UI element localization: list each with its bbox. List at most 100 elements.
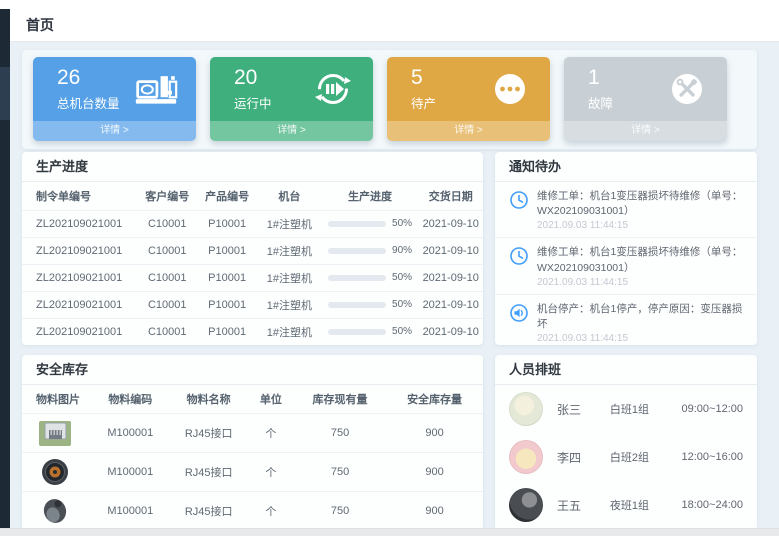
customer-number-cell: C10001 bbox=[137, 210, 197, 237]
tools-icon bbox=[665, 69, 709, 109]
progress-percent: 50% bbox=[392, 299, 412, 310]
safety-stock-cell: 900 bbox=[386, 491, 483, 530]
unit-cell: 个 bbox=[248, 413, 294, 452]
machine-cell: 1#注塑机 bbox=[257, 237, 322, 264]
delivery-date-cell: 2021-09-10 bbox=[418, 237, 483, 264]
inventory-table: 物料图片 物料编码 物料名称 单位 库存现有量 安全库存量 bbox=[22, 385, 483, 530]
notification-text: 机台停产：机台1停产，停产原因：变压器损坏 bbox=[537, 302, 745, 332]
machine-cell: 1#注塑机 bbox=[257, 210, 322, 237]
progress-cell: 90% bbox=[322, 237, 419, 264]
stat-card[interactable]: 26 总机台数量 bbox=[33, 57, 196, 141]
product-number-cell: P10001 bbox=[197, 264, 257, 291]
stat-value: 26 bbox=[57, 66, 120, 90]
unit-cell: 个 bbox=[248, 491, 294, 530]
shift-label: 白班2组 bbox=[610, 449, 682, 465]
material-code-cell: M100001 bbox=[91, 452, 169, 491]
inventory-column-header: 物料编码 bbox=[91, 385, 169, 413]
shift-label: 白班1组 bbox=[610, 401, 682, 417]
progress-cell: 50% bbox=[322, 291, 419, 318]
personnel-schedule-panel: 人员排班 张三 白班1组 09:00~12:00 李四 白班2组 12:00~1… bbox=[495, 355, 757, 530]
order-number-cell: ZL202109021001 bbox=[22, 291, 137, 318]
progress-percent: 50% bbox=[392, 326, 412, 337]
stat-value: 1 bbox=[588, 66, 613, 90]
stat-label: 故障 bbox=[588, 93, 613, 112]
notifications-panel: 通知待办 维修工单：机台1变压器损坏待维修（单号 bbox=[495, 152, 757, 345]
shift-time: 18:00~24:00 bbox=[682, 499, 743, 511]
stat-card[interactable]: 20 运行中 bbox=[210, 57, 373, 141]
progress-track bbox=[328, 275, 386, 281]
production-panel-title: 生产进度 bbox=[22, 152, 483, 182]
delivery-date-cell: 2021-09-10 bbox=[418, 291, 483, 318]
machine-cell: 1#注塑机 bbox=[257, 264, 322, 291]
card-detail-link[interactable]: 详情 > bbox=[33, 121, 196, 141]
notification-item[interactable]: 维修工单：机台1变压器损坏待维修（单号：WX202109031001） 2021… bbox=[495, 182, 757, 238]
notification-text: 维修工单：机台1变压器损坏待维修（单号：WX202109031001） bbox=[537, 245, 745, 275]
stat-card-texts: 1 故障 bbox=[588, 66, 613, 111]
inventory-column-header: 安全库存量 bbox=[386, 385, 483, 413]
order-number-cell: ZL202109021001 bbox=[22, 210, 137, 237]
production-column-header: 制令单编号 bbox=[22, 182, 137, 210]
collapsed-sidebar[interactable] bbox=[0, 9, 10, 528]
material-image-cell bbox=[22, 413, 91, 452]
product-number-cell: P10001 bbox=[197, 318, 257, 345]
material-name-cell: RJ45接口 bbox=[170, 413, 248, 452]
delivery-date-cell: 2021-09-10 bbox=[418, 318, 483, 345]
current-stock-cell: 750 bbox=[294, 452, 386, 491]
card-detail-link[interactable]: 详情 > bbox=[210, 121, 373, 141]
safety-inventory-panel: 安全库存 物料图片 物料编码 物料名称 单位 库存现有量 bbox=[22, 355, 483, 530]
inventory-header-row: 物料图片 物料编码 物料名称 单位 库存现有量 安全库存量 bbox=[22, 385, 483, 413]
material-image-cell bbox=[22, 491, 91, 530]
customer-number-cell: C10001 bbox=[137, 264, 197, 291]
round-speaker-image bbox=[36, 457, 74, 487]
stat-card[interactable]: 1 故障 bbox=[564, 57, 727, 141]
shift-label: 夜班1组 bbox=[610, 497, 682, 513]
progress-cell: 50% bbox=[322, 210, 419, 237]
customer-number-cell: C10001 bbox=[137, 291, 197, 318]
schedule-row: 李四 白班2组 12:00~16:00 bbox=[495, 433, 757, 481]
clock-icon bbox=[509, 190, 529, 210]
inventory-column-header: 库存现有量 bbox=[294, 385, 386, 413]
production-row: ZL202109021001 C10001 P10001 1#注塑机 50% bbox=[22, 318, 483, 345]
production-progress-panel: 生产进度 制令单编号 客户编号 产品编号 机台 生产进度 bbox=[22, 152, 483, 345]
progress-track bbox=[328, 329, 386, 335]
safety-stock-cell: 900 bbox=[386, 413, 483, 452]
customer-number-cell: C10001 bbox=[137, 318, 197, 345]
inventory-column-header: 物料图片 bbox=[22, 385, 91, 413]
production-table: 制令单编号 客户编号 产品编号 机台 生产进度 交货日期 bbox=[22, 182, 483, 345]
inventory-row: M100001 RJ45接口 个 750 900 bbox=[22, 491, 483, 530]
product-number-cell: P10001 bbox=[197, 291, 257, 318]
production-row: ZL202109021001 C10001 P10001 1#注塑机 50% bbox=[22, 291, 483, 318]
material-image-cell bbox=[22, 452, 91, 491]
stat-card-texts: 5 待产 bbox=[411, 66, 436, 111]
page-title-tab[interactable]: 首页 bbox=[26, 15, 54, 35]
progress-cell: 50% bbox=[322, 264, 419, 291]
cone-speaker-image bbox=[36, 496, 74, 526]
order-number-cell: ZL202109021001 bbox=[22, 264, 137, 291]
production-column-header: 交货日期 bbox=[418, 182, 483, 210]
shift-time: 09:00~12:00 bbox=[682, 403, 743, 415]
machine-cell: 1#注塑机 bbox=[257, 318, 322, 345]
inventory-panel-title: 安全库存 bbox=[22, 355, 483, 385]
sidebar-active-item[interactable] bbox=[0, 67, 10, 120]
current-stock-cell: 750 bbox=[294, 491, 386, 530]
production-column-header: 生产进度 bbox=[322, 182, 419, 210]
horizontal-scrollbar[interactable] bbox=[0, 528, 779, 536]
dashboard-screen: 首页 26 总机台数量 bbox=[0, 0, 779, 536]
notification-text: 维修工单：机台1变压器损坏待维修（单号：WX202109031001） bbox=[537, 189, 745, 219]
card-detail-link[interactable]: 详情 > bbox=[564, 121, 727, 141]
running-icon bbox=[311, 69, 355, 109]
product-number-cell: P10001 bbox=[197, 237, 257, 264]
production-header-row: 制令单编号 客户编号 产品编号 机台 生产进度 交货日期 bbox=[22, 182, 483, 210]
schedule-row: 王五 夜班1组 18:00~24:00 bbox=[495, 481, 757, 529]
notification-item[interactable]: 维修工单：机台1变压器损坏待维修（单号：WX202109031001） 2021… bbox=[495, 238, 757, 294]
speaker-icon bbox=[509, 303, 529, 323]
notification-time: 2021.09.03 11:44:15 bbox=[537, 277, 745, 288]
card-detail-link[interactable]: 详情 > bbox=[387, 121, 550, 141]
stat-card[interactable]: 5 待产 bbox=[387, 57, 550, 141]
stat-cards-panel: 26 总机台数量 bbox=[22, 50, 757, 149]
notification-item[interactable]: 机台停产：机台1停产，停产原因：变压器损坏 2021.09.03 11:44:1… bbox=[495, 295, 757, 345]
notification-body: 维修工单：机台1变压器损坏待维修（单号：WX202109031001） 2021… bbox=[537, 245, 745, 287]
production-row: ZL202109021001 C10001 P10001 1#注塑机 50% bbox=[22, 210, 483, 237]
progress-track bbox=[328, 302, 386, 308]
notification-body: 维修工单：机台1变压器损坏待维修（单号：WX202109031001） 2021… bbox=[537, 189, 745, 231]
